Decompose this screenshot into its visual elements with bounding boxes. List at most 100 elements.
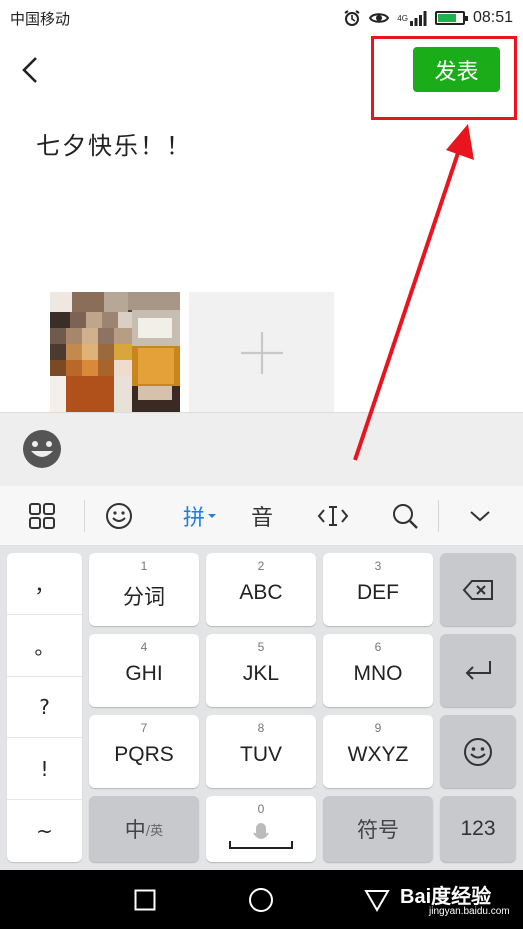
number-label: 123 <box>460 817 496 840</box>
en-sub-label: /英 <box>145 823 164 839</box>
emoji-key-icon-wrap <box>440 715 516 788</box>
recent-apps-button[interactable] <box>130 885 160 915</box>
punct-key[interactable]: ~ <box>7 800 82 862</box>
zh-en-label-wrap: 中/英 <box>89 796 199 862</box>
pinyin-label: 拼 <box>182 506 205 531</box>
zh-en-switch-key[interactable]: 中/英 <box>89 796 199 862</box>
alarm-icon <box>343 9 361 27</box>
yin-label: 音 <box>250 506 273 531</box>
key-number: 4 <box>140 640 148 654</box>
plus-icon <box>240 332 283 374</box>
caret-down-icon <box>208 514 216 518</box>
key-label: TUV <box>240 743 282 766</box>
key-4[interactable]: 4 GHI <box>89 634 199 707</box>
key-number: 9 <box>374 721 382 735</box>
emoji-button[interactable] <box>22 429 62 469</box>
circle-icon <box>249 888 273 912</box>
symbol-key[interactable]: 符号 <box>323 796 433 862</box>
mic-wrap <box>206 806 316 862</box>
emoji-key[interactable] <box>440 715 516 788</box>
status-bar: 中国移动 4G 08:51 <box>0 0 523 36</box>
zh-label: 中 <box>124 818 146 842</box>
smile-outline-icon <box>106 503 132 529</box>
back-nav-button[interactable] <box>362 885 392 915</box>
keyboard-toolbar: 拼 音 <box>0 486 523 546</box>
key-1[interactable]: 1 分词 <box>89 553 199 626</box>
backspace-icon-wrap <box>440 553 516 626</box>
key-7[interactable]: 7 PQRS <box>89 715 199 788</box>
grid-icon <box>29 503 55 529</box>
key-8[interactable]: 8 TUV <box>206 715 316 788</box>
signal-icon: 4G <box>397 10 427 26</box>
keyboard-emoji-button[interactable] <box>99 496 139 536</box>
key-6[interactable]: 6 MNO <box>323 634 433 707</box>
emoji-bar <box>0 412 523 486</box>
enter-icon <box>465 660 491 680</box>
space-key[interactable]: 0 <box>206 796 316 862</box>
key-number: 2 <box>257 559 265 573</box>
backspace-icon <box>462 579 493 600</box>
keyboard-grid-button[interactable] <box>22 496 62 536</box>
key-label: ABC <box>239 581 283 604</box>
symbol-label: 符号 <box>357 818 399 842</box>
home-button[interactable] <box>246 885 276 915</box>
punctuation-column[interactable]: ， 。 ? ! ~ <box>7 553 82 862</box>
key-3[interactable]: 3 DEF <box>323 553 433 626</box>
key-number: 8 <box>257 721 265 735</box>
key-label: WXYZ <box>347 743 409 766</box>
enter-key[interactable] <box>440 634 516 707</box>
key-label: GHI <box>125 662 163 685</box>
punct-key[interactable]: ? <box>7 677 82 739</box>
network-type: 4G <box>397 13 408 23</box>
triangle-icon <box>364 890 390 912</box>
annotation-highlight-box <box>371 36 517 120</box>
key-9[interactable]: 9 WXYZ <box>323 715 433 788</box>
battery-fill <box>437 14 456 22</box>
key-number: 1 <box>140 559 148 573</box>
photo-thumbnail[interactable] <box>35 292 180 414</box>
carrier-name: 中国移动 <box>10 10 71 28</box>
keyboard: ， 。 ? ! ~ 1 分词 2 ABC 3 DEF 4 GHI 5 JKL 6… <box>0 546 523 870</box>
toolbar-divider <box>438 500 439 532</box>
search-button[interactable] <box>385 496 425 536</box>
eye-icon <box>369 11 390 25</box>
clock: 08:51 <box>472 9 513 26</box>
number-label-wrap: 123 <box>440 796 516 862</box>
add-photo-button[interactable] <box>189 292 334 414</box>
square-icon <box>134 889 156 911</box>
battery-icon <box>434 11 468 25</box>
key-label: JKL <box>242 662 280 685</box>
smile-outline-icon <box>464 737 492 766</box>
backspace-key[interactable] <box>440 553 516 626</box>
status-icons: 4G 08:51 <box>343 6 513 30</box>
number-key[interactable]: 123 <box>440 796 516 862</box>
microphone-icon <box>229 823 293 849</box>
post-text[interactable]: 七夕快乐！！ <box>36 126 192 161</box>
smiley-icon <box>23 430 61 468</box>
punct-key[interactable]: 。 <box>7 615 82 677</box>
collapse-keyboard-button[interactable] <box>460 496 500 536</box>
pinyin-mode-button[interactable]: 拼 <box>176 496 224 536</box>
cursor-move-icon <box>317 506 349 526</box>
punct-key[interactable]: ， <box>7 553 82 615</box>
voice-input-button[interactable]: 音 <box>242 496 282 536</box>
key-label: PQRS <box>114 743 174 766</box>
key-2[interactable]: 2 ABC <box>206 553 316 626</box>
back-button[interactable] <box>14 52 46 88</box>
key-label: MNO <box>353 662 403 685</box>
watermark-url: jingyan.baidu.com <box>429 906 510 917</box>
photo-image <box>35 292 180 414</box>
watermark-logo: Bai度经验 <box>400 886 492 908</box>
symbol-label-wrap: 符号 <box>323 796 433 862</box>
chevron-down-icon <box>470 511 490 522</box>
punct-key[interactable]: ! <box>7 738 82 801</box>
key-number: 5 <box>257 640 265 654</box>
search-icon <box>393 504 418 529</box>
key-number: 3 <box>374 559 382 573</box>
key-5[interactable]: 5 JKL <box>206 634 316 707</box>
cursor-move-button[interactable] <box>313 496 353 536</box>
key-number: 6 <box>374 640 382 654</box>
key-number: 7 <box>140 721 148 735</box>
key-label: DEF <box>357 581 399 604</box>
enter-icon-wrap <box>440 634 516 707</box>
